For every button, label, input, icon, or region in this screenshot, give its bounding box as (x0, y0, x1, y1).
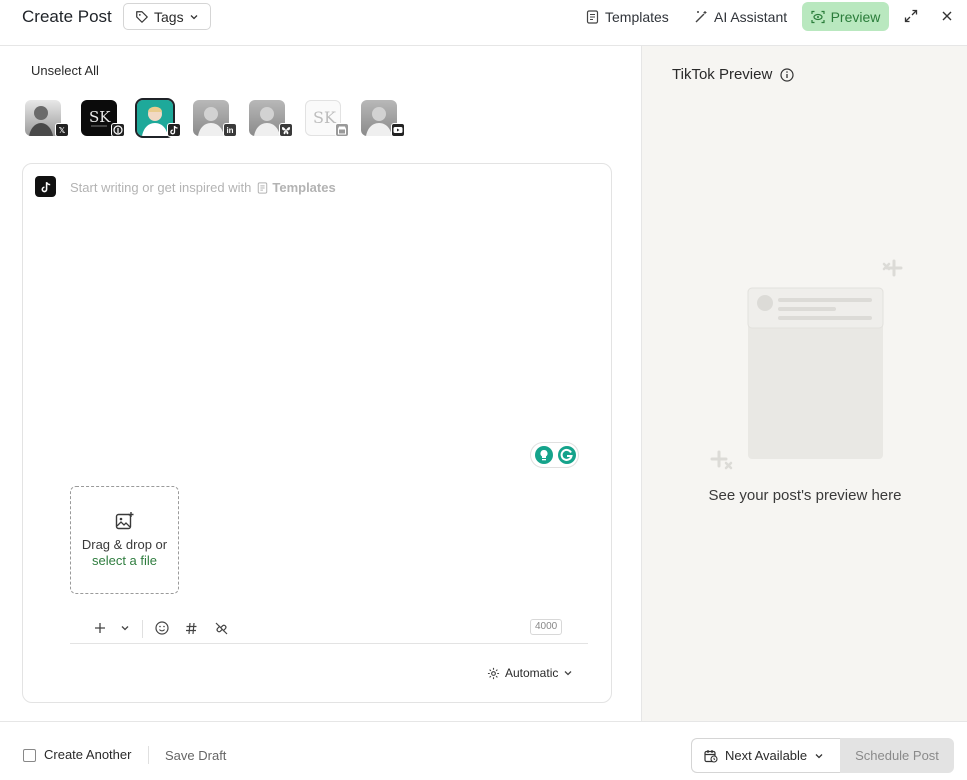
header: Create Post Tags Templates AI Assistant … (0, 0, 967, 46)
schedule-post-button[interactable]: Schedule Post (840, 738, 954, 773)
calendar-clock-icon (704, 749, 718, 763)
save-draft-button[interactable]: Save Draft (165, 748, 226, 763)
youtube-icon (391, 123, 405, 137)
create-another-label[interactable]: Create Another (44, 747, 131, 762)
document-icon (586, 9, 599, 24)
plus-icon (94, 622, 106, 634)
editor-toolbar: 4000 (70, 616, 588, 644)
ai-assistant-button[interactable]: AI Assistant (688, 3, 793, 30)
pinterest-icon (111, 123, 125, 137)
document-icon (257, 181, 268, 194)
preview-label: Preview (830, 8, 881, 25)
empty-preview-illustration (702, 256, 922, 476)
tiktok-icon (35, 176, 56, 197)
eye-scan-icon (810, 10, 825, 24)
tags-button[interactable]: Tags (123, 3, 211, 30)
emoji-icon (155, 621, 169, 635)
gear-icon (487, 667, 500, 680)
next-available-dropdown[interactable]: Next Available (691, 738, 840, 773)
add-button[interactable] (90, 618, 110, 638)
hashtag-icon (185, 622, 198, 635)
media-dropzone[interactable]: Drag & drop or select a file (70, 486, 179, 594)
footer: Create Another Save Draft Next Available… (0, 721, 967, 780)
ai-assistant-label: AI Assistant (714, 8, 788, 25)
bluesky-icon (279, 123, 293, 137)
dropzone-text: Drag & drop or (81, 537, 168, 552)
next-available-label: Next Available (725, 748, 808, 763)
templates-button[interactable]: Templates (580, 3, 675, 30)
placeholder-text: Start writing or get inspired with (70, 180, 252, 195)
close-button[interactable] (937, 6, 957, 26)
link-off-icon (214, 621, 229, 636)
templates-label: Templates (605, 8, 669, 25)
svg-text:SK: SK (313, 108, 337, 127)
grammarly-widget[interactable] (530, 442, 579, 468)
hashtag-button[interactable] (181, 618, 201, 638)
tiktok-icon (167, 123, 181, 137)
toolbar-divider (142, 620, 143, 638)
preview-panel-title: TikTok Preview (672, 66, 794, 83)
editor-placeholder[interactable]: Start writing or get inspired with Templ… (70, 180, 336, 195)
create-another-checkbox[interactable] (23, 749, 36, 762)
empty-preview-text: See your post's preview here (708, 487, 902, 504)
character-count: 4000 (530, 619, 563, 635)
chevron-down-icon (189, 12, 199, 22)
emoji-button[interactable] (152, 618, 172, 638)
preview-panel: TikTok Preview See your post's preview h… (641, 46, 967, 721)
x-icon: 𝕏 (55, 123, 69, 137)
lightbulb-icon (534, 445, 554, 465)
chevron-down-icon (563, 668, 573, 678)
magic-wand-icon (694, 10, 708, 24)
post-editor[interactable]: Start writing or get inspired with Templ… (22, 163, 612, 703)
preview-button[interactable]: Preview (802, 2, 889, 31)
page-title: Create Post (22, 7, 112, 26)
close-icon (941, 10, 953, 22)
tag-icon (135, 10, 149, 24)
unselect-all-button[interactable]: Unselect All (31, 63, 99, 78)
expand-button[interactable] (901, 6, 921, 26)
link-shortener-button[interactable] (211, 618, 231, 638)
chevron-down-icon (120, 623, 130, 633)
footer-divider (148, 746, 149, 764)
grammarly-icon (557, 445, 577, 465)
expand-icon (904, 9, 918, 23)
add-dropdown-button[interactable] (115, 618, 135, 638)
composer-panel: Unselect All 𝕏 SK in SK Start writing or… (0, 46, 641, 721)
svg-text:SK: SK (89, 108, 111, 126)
chevron-down-icon (814, 751, 824, 761)
select-file-link[interactable]: select a file (92, 553, 157, 569)
info-icon[interactable] (780, 67, 794, 82)
templates-link-label: Templates (272, 180, 336, 195)
automatic-dropdown[interactable]: Automatic (487, 666, 573, 680)
linkedin-icon: in (223, 123, 237, 137)
templates-link[interactable]: Templates (257, 180, 336, 195)
preview-title-text: TikTok Preview (672, 66, 773, 83)
tags-label: Tags (154, 8, 184, 25)
automatic-label: Automatic (505, 666, 559, 680)
add-image-icon (115, 511, 135, 531)
store-icon (335, 123, 349, 137)
